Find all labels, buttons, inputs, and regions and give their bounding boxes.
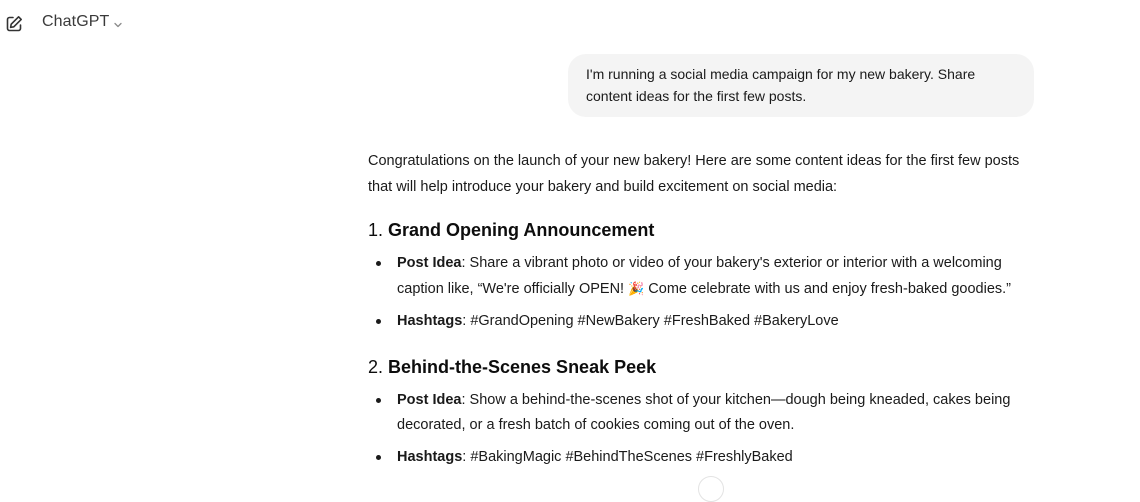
post-idea-text: : Show a behind-the-scenes shot of your … [397, 392, 1011, 433]
user-message: I'm running a social media campaign for … [568, 54, 1034, 117]
list-item: Hashtags: #GrandOpening #NewBakery #Fres… [368, 309, 1038, 334]
list-item: Hashtags: #BakingMagic #BehindTheScenes … [368, 445, 1038, 470]
post-idea-label: Post Idea [397, 392, 462, 408]
section-bullets: Post Idea: Show a behind-the-scenes shot… [368, 388, 1038, 470]
section-title: Behind-the-Scenes Sneak Peek [388, 357, 657, 377]
hashtags-label: Hashtags [397, 449, 463, 465]
section-bullets: Post Idea: Share a vibrant photo or vide… [368, 251, 1038, 334]
section-title: Grand Opening Announcement [388, 220, 655, 240]
model-name: ChatGPT [42, 13, 110, 30]
hashtags-text: : #GrandOpening #NewBakery #FreshBaked #… [462, 313, 839, 329]
edit-icon[interactable] [4, 14, 24, 34]
section-heading: 1. Grand Opening Announcement [368, 217, 654, 243]
section-heading: 2. Behind-the-Scenes Sneak Peek [368, 354, 656, 380]
section-number: 2. [368, 357, 384, 377]
party-popper-icon: 🎉 [628, 281, 645, 296]
assistant-message: Congratulations on the launch of your ne… [368, 148, 1038, 465]
user-message-text: I'm running a social media campaign for … [586, 66, 976, 104]
hashtags-text: : #BakingMagic #BehindTheScenes #Freshly… [462, 449, 793, 465]
assistant-intro: Congratulations on the launch of your ne… [368, 153, 1020, 195]
section-number: 1. [368, 220, 384, 240]
post-idea-text-end: Come celebrate with us and enjoy fresh-b… [644, 281, 1012, 297]
chevron-down-icon [113, 17, 123, 28]
post-idea-label: Post Idea [397, 255, 462, 271]
hashtags-label: Hashtags [397, 313, 463, 329]
list-item: Post Idea: Share a vibrant photo or vide… [368, 251, 1038, 302]
model-switcher[interactable]: ChatGPT [42, 13, 123, 31]
top-bar: ChatGPT [0, 0, 1140, 48]
list-item: Post Idea: Show a behind-the-scenes shot… [368, 388, 1038, 438]
